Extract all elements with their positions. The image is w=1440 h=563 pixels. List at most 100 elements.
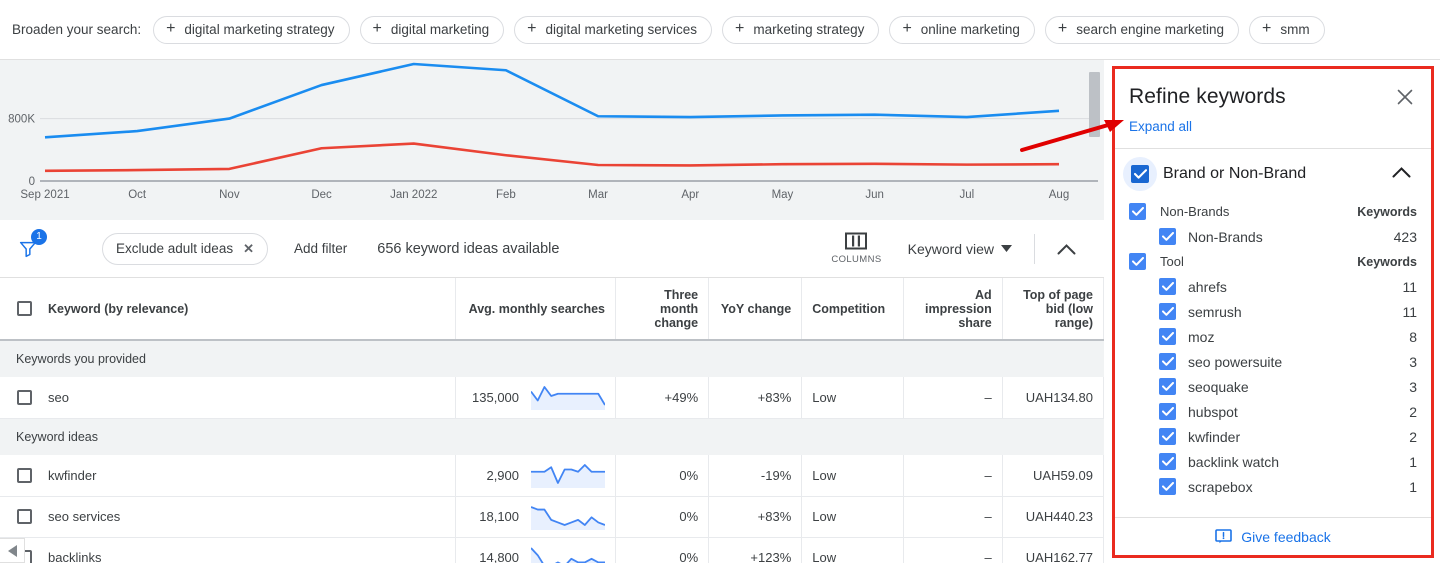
- th-avg-monthly-searches[interactable]: Avg. monthly searches: [455, 278, 617, 341]
- row-checkbox[interactable]: [16, 467, 32, 483]
- refine-item[interactable]: ahrefs 11: [1115, 274, 1431, 299]
- cell-yoy-change: +83%: [708, 496, 803, 538]
- check-icon: [1161, 407, 1174, 416]
- remove-filter-icon[interactable]: ✕: [243, 241, 254, 257]
- refine-item[interactable]: seo powersuite 3: [1115, 349, 1431, 374]
- panel-gutter: [1104, 60, 1112, 563]
- close-panel-button[interactable]: [1393, 85, 1417, 109]
- collapse-chart-button[interactable]: [1057, 243, 1076, 255]
- item-count: 11: [1402, 278, 1417, 295]
- view-selector-label: Keyword view: [907, 240, 994, 257]
- item-label: seo powersuite: [1188, 353, 1283, 370]
- chart-scrollbar[interactable]: [1089, 62, 1102, 218]
- refine-item[interactable]: kwfinder 2: [1115, 424, 1431, 449]
- item-checkbox[interactable]: [1159, 378, 1176, 395]
- check-icon: [1131, 207, 1144, 216]
- add-filter-button[interactable]: Add filter: [294, 241, 347, 256]
- section-checkbox[interactable]: [1131, 165, 1149, 183]
- expand-all-link[interactable]: Expand all: [1115, 109, 1431, 149]
- item-checkbox[interactable]: [1159, 403, 1176, 420]
- broaden-chip-1[interactable]: + digital marketing: [359, 15, 505, 44]
- th-keyword[interactable]: Keyword (by relevance): [0, 278, 457, 341]
- item-checkbox[interactable]: [1159, 303, 1176, 320]
- cell-competition: Low: [801, 455, 904, 497]
- refine-item[interactable]: Non-Brands 423: [1115, 224, 1431, 249]
- broaden-chip-label: online marketing: [920, 22, 1020, 37]
- close-icon: [1397, 89, 1413, 105]
- broaden-chip-6[interactable]: + smm: [1249, 15, 1325, 44]
- item-checkbox[interactable]: [1159, 328, 1176, 345]
- broaden-chip-5[interactable]: + search engine marketing: [1044, 15, 1240, 44]
- give-feedback-label: Give feedback: [1241, 528, 1331, 545]
- toolbar-divider: [1034, 233, 1035, 264]
- give-feedback-button[interactable]: Give feedback: [1115, 517, 1431, 555]
- refine-panel-title: Refine keywords: [1129, 85, 1286, 108]
- broaden-chip-label: digital marketing services: [545, 22, 698, 37]
- refine-item[interactable]: scrapebox 1: [1115, 474, 1431, 499]
- refine-item[interactable]: backlink watch 1: [1115, 449, 1431, 474]
- broaden-chip-0[interactable]: + digital marketing strategy: [153, 15, 350, 44]
- item-count: 8: [1409, 328, 1417, 345]
- item-checkbox[interactable]: [1159, 353, 1176, 370]
- collapse-left-button[interactable]: [0, 538, 25, 563]
- group-checkbox[interactable]: [1129, 253, 1146, 270]
- active-filter-chip[interactable]: Exclude adult ideas ✕: [102, 232, 268, 265]
- chart-gridlines: [40, 118, 1098, 182]
- th-three-month-change[interactable]: Three month change: [615, 278, 710, 341]
- cell-avg-monthly-searches: 2,900: [455, 455, 617, 497]
- section-toggle-icon[interactable]: [1392, 165, 1417, 183]
- section-brand-or-non-brand[interactable]: Brand or Non-Brand: [1115, 149, 1431, 199]
- item-checkbox[interactable]: [1159, 453, 1176, 470]
- th-competition[interactable]: Competition: [801, 278, 904, 341]
- refine-item[interactable]: semrush 11: [1115, 299, 1431, 324]
- table-row[interactable]: seo services 18,100 0% +83% Low – UAH440.23: [0, 496, 1104, 538]
- x-tick-label: Mar: [588, 189, 608, 201]
- plus-icon: +: [1262, 20, 1272, 37]
- view-selector[interactable]: Keyword view: [908, 241, 1012, 257]
- cell-keyword: kwfinder: [0, 455, 457, 497]
- table-row[interactable]: kwfinder 2,900 0% -19% Low – UAH59.09: [0, 455, 1104, 497]
- select-all-checkbox[interactable]: [16, 301, 32, 316]
- th-ad-impression-share[interactable]: Ad impression share: [903, 278, 1003, 341]
- table-row[interactable]: seo 135,000 +49% +83% Low – UAH134.80: [0, 377, 1104, 419]
- keyword-text: backlinks: [48, 550, 102, 563]
- broaden-chip-3[interactable]: + marketing strategy: [722, 15, 880, 44]
- cell-avg-monthly-searches: 18,100: [455, 496, 617, 538]
- cell-competition: Low: [801, 377, 904, 419]
- row-checkbox[interactable]: [16, 389, 32, 405]
- chevron-down-icon: [1001, 245, 1012, 252]
- th-yoy-change[interactable]: YoY change: [708, 278, 803, 341]
- refine-item[interactable]: moz 8: [1115, 324, 1431, 349]
- th-top-of-page-bid[interactable]: Top of page bid (low range): [1002, 278, 1104, 341]
- item-count: 2: [1409, 403, 1417, 420]
- item-checkbox[interactable]: [1159, 428, 1176, 445]
- broaden-chip-4[interactable]: + online marketing: [889, 15, 1035, 44]
- broaden-chip-label: marketing strategy: [753, 22, 865, 37]
- check-icon: [1161, 307, 1174, 316]
- search-volume-chart: Sep 2021 Oct Nov Dec Jan 2022 Feb Mar Apr May Jun…: [0, 60, 1104, 220]
- group-checkbox[interactable]: [1129, 203, 1146, 220]
- broaden-chip-2[interactable]: + digital marketing services: [514, 15, 713, 44]
- y-tick-label: 0: [29, 176, 35, 188]
- cell-three-month-change: +49%: [615, 377, 710, 419]
- check-icon: [1161, 432, 1174, 441]
- broaden-chip-label: digital marketing strategy: [184, 22, 335, 37]
- plus-icon: +: [902, 20, 912, 37]
- item-checkbox[interactable]: [1159, 478, 1176, 495]
- refine-item[interactable]: seoquake 3: [1115, 374, 1431, 399]
- item-checkbox[interactable]: [1159, 278, 1176, 295]
- searches-value: 2,900: [486, 467, 520, 483]
- chart-y-axis: 800K 0: [8, 114, 35, 188]
- columns-button[interactable]: COLUMNS: [831, 232, 881, 265]
- refine-item[interactable]: hubspot 2: [1115, 399, 1431, 424]
- row-checkbox[interactable]: [16, 509, 32, 524]
- filter-button[interactable]: 1: [0, 228, 56, 260]
- refine-group-1[interactable]: Tool Keywords: [1115, 249, 1431, 274]
- chart-scrollbar-thumb[interactable]: [1089, 72, 1100, 137]
- item-checkbox[interactable]: [1159, 228, 1176, 245]
- plus-icon: +: [372, 20, 382, 37]
- refine-group-0[interactable]: Non-Brands Keywords: [1115, 199, 1431, 224]
- x-tick-label: Nov: [219, 189, 240, 201]
- cell-top-of-page-bid: UAH134.80: [1002, 377, 1104, 419]
- table-row[interactable]: backlinks 14,800 0% +123% Low – UAH162.77: [0, 537, 1104, 563]
